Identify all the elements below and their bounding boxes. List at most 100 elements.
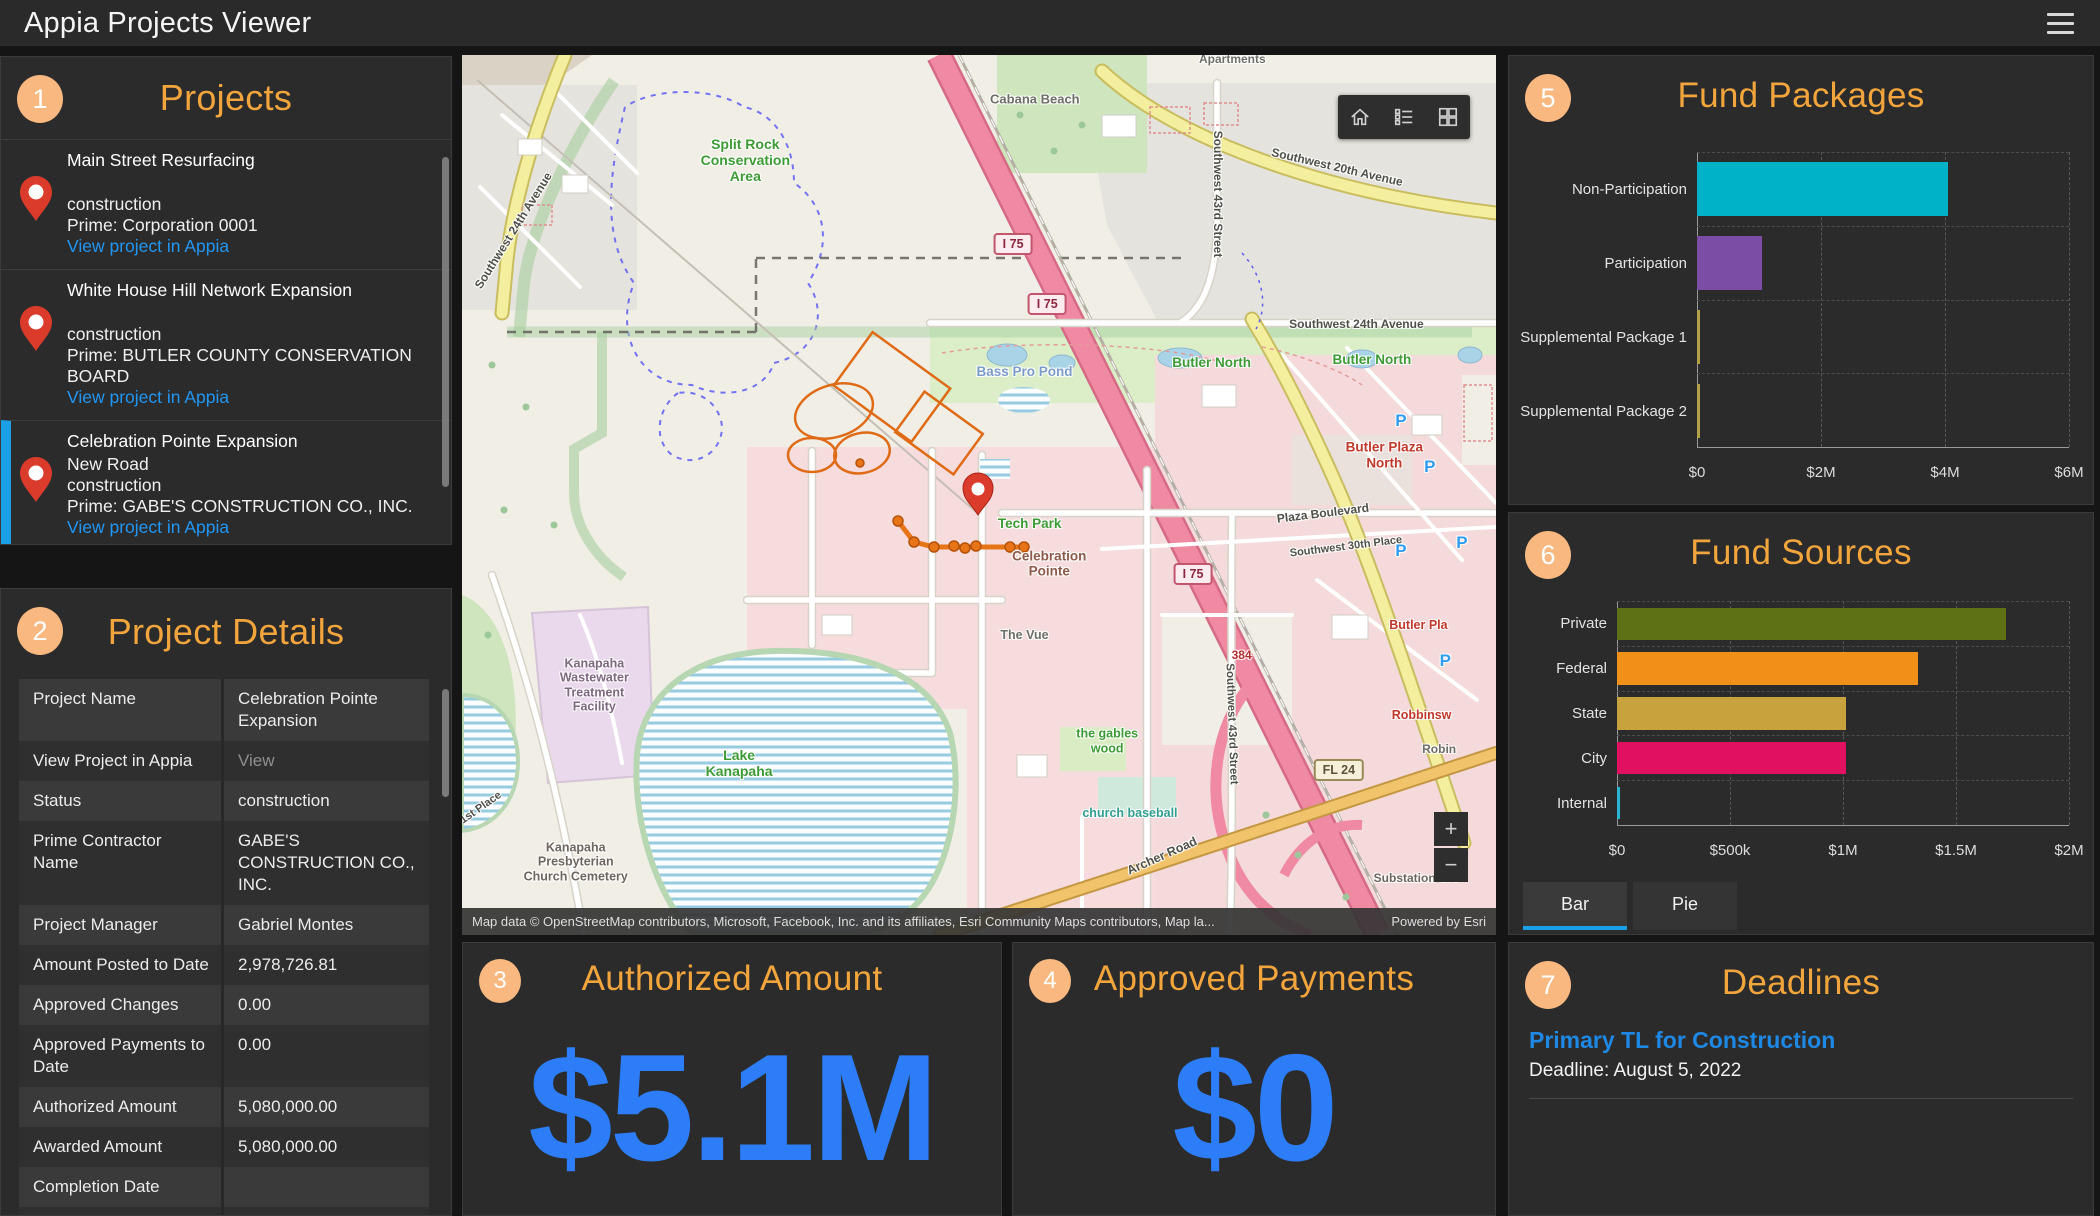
chart-row bbox=[1617, 646, 2069, 691]
detail-label: Completion Date bbox=[19, 1167, 224, 1207]
chart-row bbox=[1697, 152, 2069, 226]
projects-panel: 1 Projects Main Street Resurfacingconstr… bbox=[0, 56, 452, 545]
zoom-out-button[interactable]: − bbox=[1434, 848, 1468, 882]
step-badge-3: 3 bbox=[479, 959, 521, 1003]
map-label: Kanapaha Presbyterian Church Cemetery bbox=[524, 840, 628, 883]
detail-value: Gabriel Montes bbox=[224, 905, 429, 945]
legend-icon[interactable] bbox=[1393, 106, 1415, 128]
projects-list: Main Street ResurfacingconstructionPrime… bbox=[1, 139, 451, 545]
detail-row: Awarded Amount5,080,000.00 bbox=[19, 1127, 429, 1167]
bar-state[interactable] bbox=[1617, 697, 1846, 729]
category-label: Supplemental Package 2 bbox=[1525, 374, 1697, 448]
details-scrollbar[interactable] bbox=[442, 689, 449, 797]
project-item-text: Celebration Pointe ExpansionNew Roadcons… bbox=[67, 431, 437, 538]
chart-ticks: $0$500k$1M$1.5M$2M bbox=[1617, 830, 2069, 868]
tick-label: $2M bbox=[1806, 464, 1835, 481]
project-list-item[interactable]: Main Street ResurfacingconstructionPrime… bbox=[1, 139, 451, 269]
pin-icon-wrap bbox=[19, 280, 67, 408]
menu-icon[interactable] bbox=[2047, 13, 2074, 34]
map-label: Robin bbox=[1422, 743, 1456, 757]
bar-private[interactable] bbox=[1617, 608, 2006, 640]
detail-label: Approved Payments to Date bbox=[19, 1025, 224, 1087]
detail-value: Celebration Pointe Expansion bbox=[224, 679, 429, 741]
project-list-item[interactable]: Celebration Pointe ExpansionNew Roadcons… bbox=[1, 420, 451, 545]
project-list-item[interactable]: White House Hill Network Expansionconstr… bbox=[1, 269, 451, 420]
deadline-date: Deadline: August 5, 2022 bbox=[1529, 1060, 2073, 1082]
detail-value: 2,978,726.81 bbox=[224, 945, 429, 985]
app-header: Appia Projects Viewer bbox=[0, 0, 2100, 48]
map-label: P bbox=[1395, 411, 1406, 431]
pin-icon-wrap bbox=[19, 150, 67, 257]
map-label: Celebration Pointe bbox=[1012, 548, 1086, 579]
detail-value[interactable]: View bbox=[224, 741, 429, 781]
detail-label: Construction Date bbox=[19, 1207, 224, 1216]
tick-label: $4M bbox=[1930, 464, 1959, 481]
detail-row: Construction DateAugust 1, 2022 bbox=[19, 1207, 429, 1216]
project-name: Main Street Resurfacing bbox=[67, 150, 437, 171]
category-label: Federal bbox=[1525, 646, 1617, 691]
step-badge-5: 5 bbox=[1525, 74, 1571, 122]
details-table: Project NameCelebration Pointe Expansion… bbox=[19, 679, 429, 1216]
authorized-amount-title: Authorized Amount bbox=[582, 959, 883, 999]
detail-row: Amount Posted to Date2,978,726.81 bbox=[19, 945, 429, 985]
chart-row bbox=[1617, 780, 2069, 825]
detail-row: Approved Changes0.00 bbox=[19, 985, 429, 1025]
projects-header: 1 Projects bbox=[1, 57, 451, 139]
map-attribution: Map data © OpenStreetMap contributors, M… bbox=[462, 908, 1496, 935]
project-details-panel: 2 Project Details Project NameCelebratio… bbox=[0, 588, 452, 1216]
bar-supplemental-package-2[interactable] bbox=[1697, 384, 1700, 438]
approved-payments-value: $0 bbox=[1013, 1021, 1495, 1196]
step-badge-1: 1 bbox=[17, 75, 63, 123]
detail-value: 0.00 bbox=[224, 985, 429, 1025]
bar-non-participation[interactable] bbox=[1697, 162, 1948, 216]
project-item-text: Main Street ResurfacingconstructionPrime… bbox=[67, 150, 437, 257]
projects-title: Projects bbox=[160, 77, 292, 119]
detail-label: Project Manager bbox=[19, 905, 224, 945]
deadline-link[interactable]: Primary TL for Construction bbox=[1529, 1027, 2073, 1054]
map-label: Cabana Beach bbox=[990, 92, 1080, 107]
step-badge-6: 6 bbox=[1525, 531, 1571, 579]
zoom-in-button[interactable]: + bbox=[1434, 812, 1468, 846]
authorized-amount-panel: 3 Authorized Amount $5.1M bbox=[462, 942, 1002, 1216]
project-appia-link[interactable]: View project in Appia bbox=[67, 387, 437, 408]
fund-packages-title: Fund Packages bbox=[1677, 76, 1924, 116]
route-shield-i75: I 75 bbox=[994, 233, 1033, 255]
projects-scrollbar[interactable] bbox=[442, 157, 449, 487]
bar-participation[interactable] bbox=[1697, 236, 1762, 290]
detail-label: Status bbox=[19, 781, 224, 821]
tick-label: $1M bbox=[1828, 842, 1857, 859]
detail-label: Awarded Amount bbox=[19, 1127, 224, 1167]
details-title: Project Details bbox=[108, 611, 345, 653]
authorized-amount-value: $5.1M bbox=[463, 1021, 1001, 1196]
chart-row bbox=[1617, 601, 2069, 646]
basemap-gallery-icon[interactable] bbox=[1437, 106, 1459, 128]
tab-bar[interactable]: Bar bbox=[1523, 882, 1627, 930]
step-badge-4: 4 bbox=[1029, 959, 1071, 1003]
map-pin-icon bbox=[19, 176, 53, 222]
map-canvas[interactable] bbox=[462, 55, 1496, 935]
tick-label: $1.5M bbox=[1935, 842, 1977, 859]
fund-packages-chart: Non-ParticipationParticipationSupplement… bbox=[1525, 152, 2077, 490]
tick-label: $6M bbox=[2054, 464, 2083, 481]
map-label: P bbox=[1456, 534, 1467, 554]
map-pin-icon bbox=[19, 306, 53, 352]
tab-pie[interactable]: Pie bbox=[1633, 882, 1737, 930]
bar-supplemental-package-1[interactable] bbox=[1697, 310, 1700, 364]
map-panel[interactable]: Cabana BeachApartmentsSplit Rock Conserv… bbox=[462, 55, 1496, 935]
app-title: Appia Projects Viewer bbox=[0, 7, 311, 40]
project-item-text: White House Hill Network Expansionconstr… bbox=[67, 280, 437, 408]
bar-internal[interactable] bbox=[1617, 787, 1620, 819]
bar-city[interactable] bbox=[1617, 742, 1846, 774]
home-icon[interactable] bbox=[1349, 106, 1371, 128]
project-appia-link[interactable]: View project in Appia bbox=[67, 236, 437, 257]
detail-row: Statusconstruction bbox=[19, 781, 429, 821]
detail-value: 5,080,000.00 bbox=[224, 1127, 429, 1167]
project-appia-link[interactable]: View project in Appia bbox=[67, 517, 437, 538]
bar-federal[interactable] bbox=[1617, 652, 1918, 684]
project-sub-line: New Road bbox=[67, 454, 437, 475]
details-header: 2 Project Details bbox=[1, 589, 451, 675]
deadline-item: Primary TL for Construction Deadline: Aug… bbox=[1529, 1027, 2073, 1099]
category-label: City bbox=[1525, 736, 1617, 781]
project-sub-line bbox=[67, 303, 437, 324]
chart-plot bbox=[1617, 601, 2069, 826]
